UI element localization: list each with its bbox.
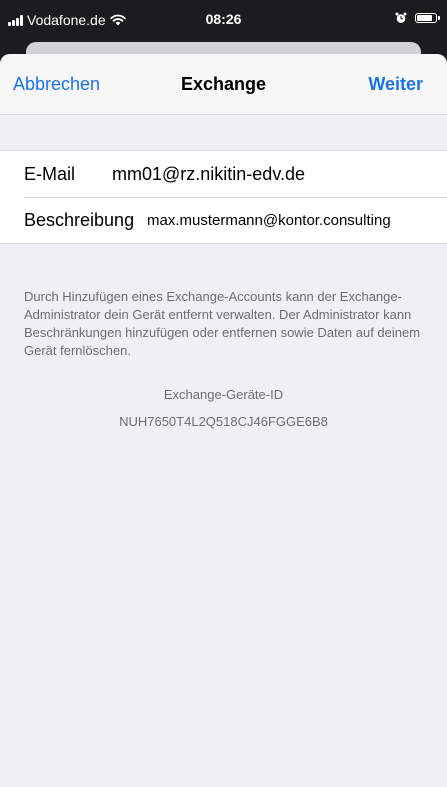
device-id-value: NUH7650T4L2Q518CJ46FGGE6B8 [119,414,328,429]
account-form: E-Mail mm01@rz.nikitin-edv.de Beschreibu… [0,150,447,244]
description-field[interactable]: max.mustermann@kontor.consulting [147,212,391,229]
email-row[interactable]: E-Mail mm01@rz.nikitin-edv.de [0,151,447,197]
exchange-sheet: Abbrechen Exchange Weiter E-Mail mm01@rz… [0,54,447,787]
navigation-bar: Abbrechen Exchange Weiter [0,54,447,115]
alarm-icon [395,12,407,23]
status-bar: Vodafone.de 08:26 [0,0,447,38]
battery-icon [415,13,440,23]
description-label: Beschreibung [24,210,135,230]
device-id-label: Exchange-Geräte-ID [163,387,284,402]
description-row[interactable]: Beschreibung max.mustermann@kontor.consu… [0,197,447,243]
status-right [395,12,440,24]
cancel-button[interactable]: Abbrechen [13,74,100,95]
email-label: E-Mail [24,164,76,184]
next-button[interactable]: Weiter [368,74,423,95]
exchange-info-text: Durch Hinzufügen eines Exchange-Accounts… [24,289,421,358]
clock: 08:26 [205,11,242,27]
email-field[interactable]: mm01@rz.nikitin-edv.de [112,164,305,185]
battery-level [417,15,433,21]
